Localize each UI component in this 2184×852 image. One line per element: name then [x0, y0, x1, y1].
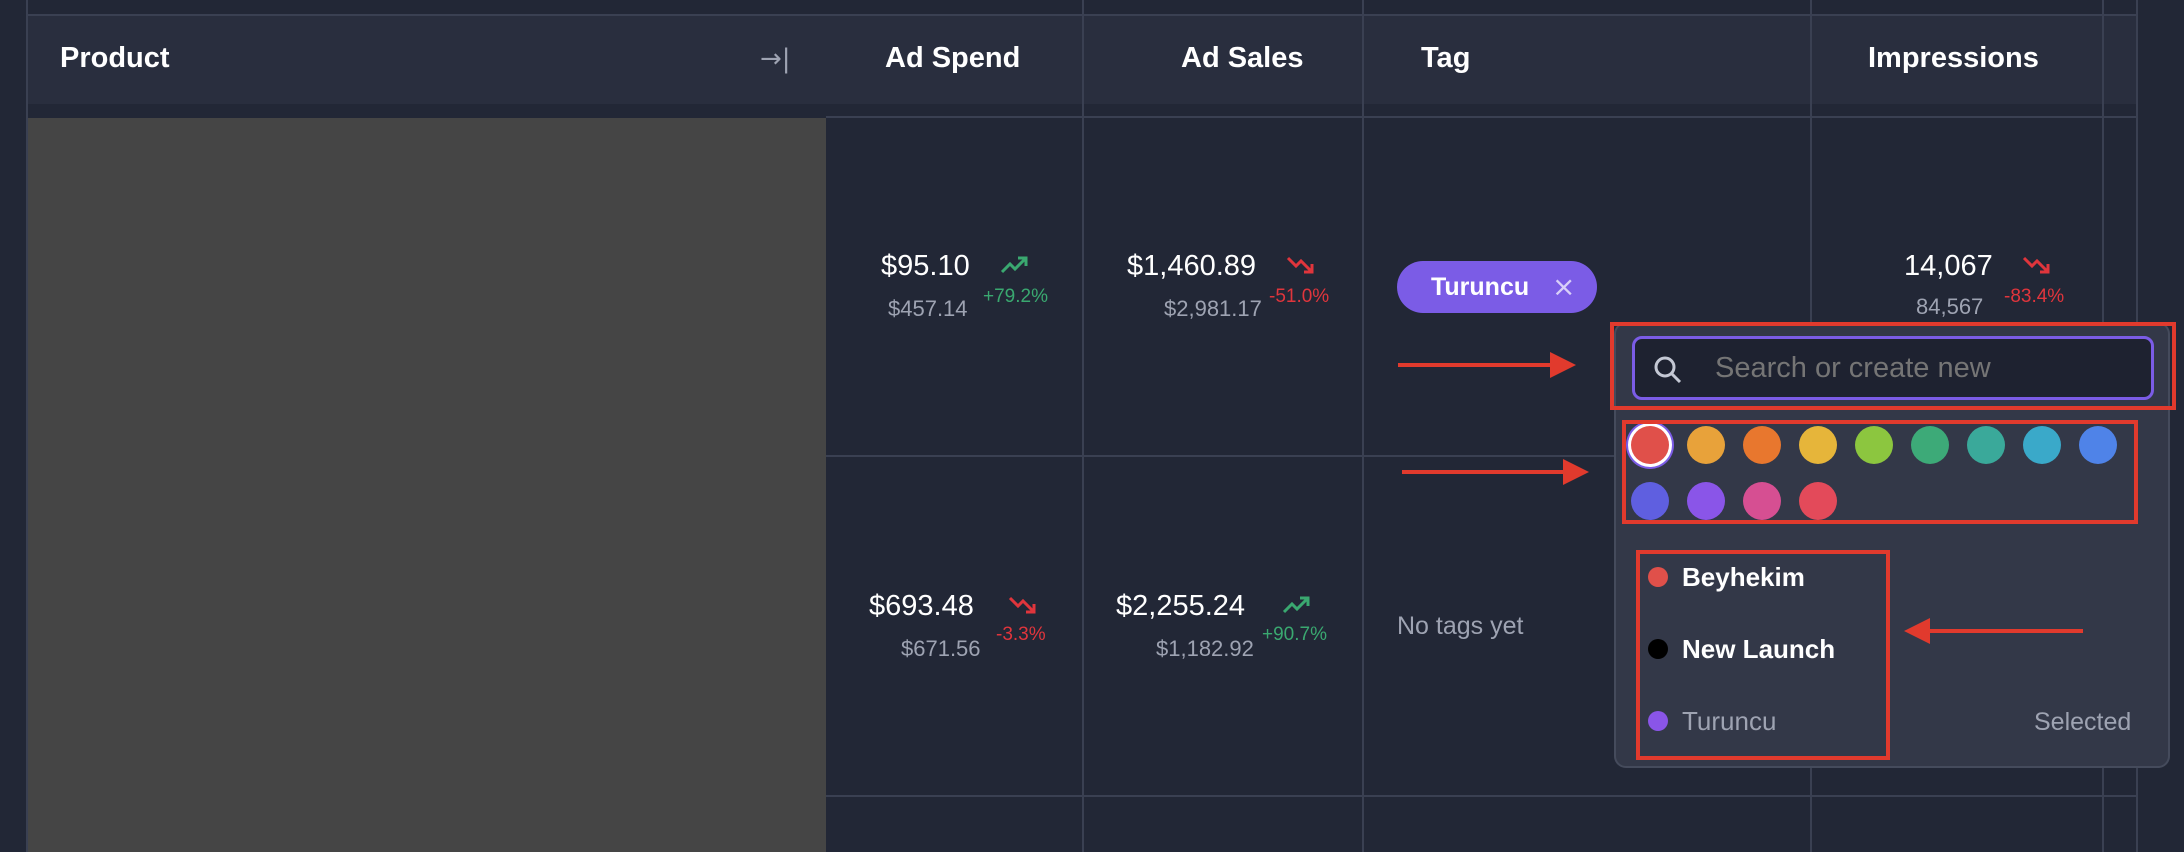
annotation-arrowhead: [1563, 459, 1589, 485]
impressions-change: -83.4%: [2004, 286, 2065, 307]
ad-spend-prev: $457.14: [888, 296, 968, 321]
ad-spend-value: $693.48: [869, 590, 974, 622]
ad-spend-change: +79.2%: [983, 286, 1048, 307]
trend-down-icon: [2022, 256, 2050, 274]
column-divider: [1362, 0, 1364, 852]
selected-label: Selected: [2034, 708, 2132, 736]
ad-sales-value: $1,460.89: [1127, 250, 1257, 282]
ad-spend-prev: $671.56: [901, 636, 981, 661]
header-ad-spend[interactable]: Ad Spend: [885, 42, 1020, 75]
ad-spend-change: -3.3%: [996, 624, 1046, 645]
header-product[interactable]: Product: [60, 42, 170, 75]
annotation-arrowhead: [1550, 352, 1576, 378]
tag-chip-turuncu[interactable]: Turuncu ×: [1397, 261, 1597, 313]
row-divider: [826, 795, 2138, 797]
annotation-box: [1636, 550, 1890, 760]
ad-spend-value: $95.10: [881, 250, 970, 282]
ad-sales-prev: $2,981.17: [1164, 296, 1262, 321]
annotation-box: [1622, 420, 2138, 524]
ad-sales-change: +90.7%: [1262, 624, 1327, 645]
trend-down-icon: [1286, 256, 1314, 274]
ad-sales-prev: $1,182.92: [1156, 636, 1254, 661]
no-tags-text[interactable]: No tags yet: [1397, 612, 1523, 641]
remove-tag-icon[interactable]: ×: [1552, 270, 1575, 303]
header-tag[interactable]: Tag: [1421, 42, 1470, 75]
trend-up-icon: [1000, 256, 1028, 274]
header-ad-sales[interactable]: Ad Sales: [1181, 42, 1304, 75]
impressions-prev: 84,567: [1916, 294, 1984, 319]
product-image-placeholder: [28, 118, 826, 852]
trend-down-icon: [1008, 596, 1036, 614]
tag-chip-label: Turuncu: [1431, 273, 1530, 301]
trend-up-icon: [1282, 596, 1310, 614]
impressions-value: 14,067: [1904, 250, 1993, 282]
table-header: [26, 16, 2136, 104]
annotation-box: [1610, 322, 2176, 410]
annotation-arrow: [1928, 629, 2083, 633]
annotation-arrow: [1402, 470, 1570, 474]
header-bottom-border: [826, 116, 2138, 118]
annotation-arrow: [1398, 363, 1558, 367]
column-divider: [1082, 0, 1084, 852]
annotation-arrowhead: [1904, 618, 1930, 644]
header-impressions[interactable]: Impressions: [1868, 42, 2039, 75]
ad-sales-change: -51.0%: [1269, 286, 1330, 307]
collapse-column-icon[interactable]: →|: [760, 44, 791, 74]
ad-sales-value: $2,255.24: [1116, 590, 1246, 622]
